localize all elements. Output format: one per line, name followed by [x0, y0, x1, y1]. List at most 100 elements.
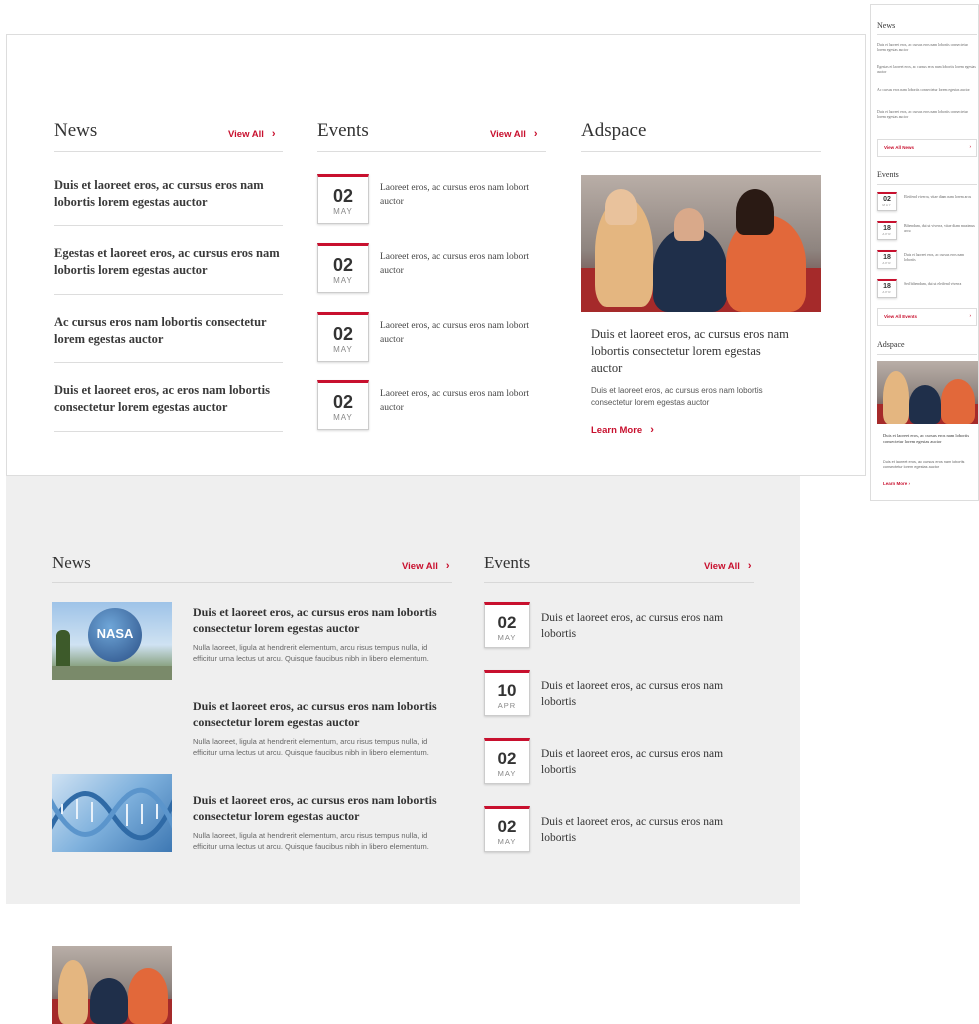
mobile-news-item[interactable]: Egestas et laoreet eros, ac cursus eros … [877, 65, 977, 75]
event-link[interactable]: Duis et laoreet eros, ac cursus eros nam… [541, 814, 751, 846]
date-badge: 02 MAY [317, 380, 369, 430]
date-badge: 02 MAY [484, 806, 530, 852]
news-item[interactable]: Egestas et laoreet eros, ac cursus eros … [54, 245, 283, 279]
chevron-right-icon: › [271, 128, 276, 140]
mobile-date-badge: 18 APR [877, 250, 897, 269]
news-item[interactable]: Duis et laoreet eros, ac eros nam lobort… [54, 382, 283, 416]
mobile-event-link[interactable]: Eleifend viverra, vitae diam nam lorem a… [904, 195, 976, 200]
date-day: 02 [332, 392, 354, 412]
chevron-right-icon: › [747, 560, 752, 572]
news-view-all-link[interactable]: View All › [228, 128, 276, 140]
chevron-right-icon: › [969, 144, 972, 149]
divider [54, 225, 283, 226]
adspace-heading: Adspace [581, 120, 647, 141]
date-month: MAY [497, 769, 517, 778]
dna-helix-icon [52, 787, 172, 841]
divider [877, 184, 977, 185]
chevron-right-icon: › [969, 313, 972, 318]
mobile-date-badge: 18 APR [877, 221, 897, 240]
event-link[interactable]: Laoreet eros, ac cursus eros nam lobort … [380, 251, 550, 278]
nasa-logo: NASA [96, 626, 134, 641]
mobile-ad-headline-link[interactable]: Duis et laoreet eros, ac cursus eros nam… [883, 433, 975, 445]
date-day: 02 [332, 324, 354, 344]
date-day: 02 [883, 196, 891, 203]
divider [54, 294, 283, 295]
date-month: MAY [333, 413, 353, 422]
date-badge: 02 MAY [317, 243, 369, 293]
mobile-events-heading: Events [877, 170, 899, 179]
events-heading: Events [484, 553, 531, 572]
mobile-news-item[interactable]: Duis et laoreet eros, ac cursus eros nam… [877, 43, 977, 53]
event-link[interactable]: Duis et laoreet eros, ac cursus eros nam… [541, 678, 751, 710]
mobile-event-link[interactable]: Duis et laoreet eros, ac cursus eros nam… [904, 253, 976, 263]
news-item-summary: Nulla laoreet, ligula at hendrerit eleme… [193, 643, 429, 663]
view-all-label: View All Events [884, 314, 918, 319]
students-photo [581, 175, 821, 312]
mobile-event-link[interactable]: Bibendum, dui ut viverra, vitae diam max… [904, 224, 976, 234]
date-day: 02 [497, 613, 517, 632]
news-item[interactable]: Ac cursus eros nam lobortis consectetur … [54, 314, 283, 348]
divider [52, 582, 452, 583]
divider [581, 151, 821, 152]
date-month: MAY [333, 345, 353, 354]
divider [54, 362, 283, 363]
mobile-news-heading: News [877, 21, 896, 30]
view-all-label: View All News [884, 145, 915, 150]
desktop-widget: News View All › Duis et laoreet eros, ac … [6, 34, 866, 476]
chevron-right-icon: › [445, 560, 450, 572]
news-view-all-link[interactable]: View All › [402, 560, 450, 572]
mobile-learn-more-link[interactable]: Learn More › [883, 481, 910, 486]
news-heading: News [54, 120, 98, 141]
date-month: MAY [882, 203, 892, 207]
view-all-label: View All [704, 561, 740, 572]
view-all-label: View All [402, 561, 438, 572]
news-item-headline[interactable]: Duis et laoreet eros, ac cursus eros nam… [193, 792, 448, 824]
date-day: 02 [332, 255, 354, 275]
date-badge: 02 MAY [484, 602, 530, 648]
grey-widget: News View All › NASA Duis et laoreet eros… [6, 476, 800, 1024]
events-view-all-link[interactable]: View All › [704, 560, 752, 572]
mobile-news-item[interactable]: Ac cursus eros nam lobortis consectetur … [877, 88, 977, 93]
news-item-headline[interactable]: Duis et laoreet eros, ac cursus eros nam… [193, 604, 448, 636]
mobile-news-view-all-button[interactable]: View All News › [877, 139, 977, 157]
divider [317, 151, 546, 152]
mobile-event-link[interactable]: Sed bibendum, dui ut eleifend viverra [904, 282, 976, 287]
chevron-right-icon: › [650, 424, 654, 436]
mobile-events-view-all-button[interactable]: View All Events › [877, 308, 977, 326]
date-badge: 02 MAY [317, 312, 369, 362]
date-month: APR [882, 232, 892, 236]
date-month: APR [882, 290, 892, 294]
divider [54, 151, 283, 152]
event-link[interactable]: Laoreet eros, ac cursus eros nam lobort … [380, 320, 550, 347]
date-badge: 10 APR [484, 670, 530, 716]
events-view-all-link[interactable]: View All › [490, 128, 538, 140]
news-item-summary: Nulla laoreet, ligula at hendrerit eleme… [193, 831, 429, 851]
event-link[interactable]: Laoreet eros, ac cursus eros nam lobort … [380, 388, 550, 415]
date-badge: 02 MAY [484, 738, 530, 784]
mobile-students-photo [877, 361, 978, 424]
divider [484, 582, 754, 583]
date-month: MAY [333, 207, 353, 216]
date-day: 02 [497, 749, 517, 768]
ad-body: Duis et laoreet eros, ac cursus eros nam… [591, 386, 763, 407]
divider [877, 34, 977, 35]
learn-more-link[interactable]: Learn More › [591, 424, 654, 436]
view-all-label: View All [490, 129, 526, 140]
news-item[interactable]: Duis et laoreet eros, ac cursus eros nam… [54, 177, 283, 211]
learn-more-label: Learn More [591, 425, 643, 436]
date-day: 18 [883, 225, 891, 232]
mobile-date-badge: 18 APR [877, 279, 897, 298]
event-link[interactable]: Duis et laoreet eros, ac cursus eros nam… [541, 610, 751, 642]
dna-helix-thumbnail [52, 774, 172, 852]
news-item-headline[interactable]: Duis et laoreet eros, ac cursus eros nam… [193, 698, 448, 730]
mobile-news-item[interactable]: Duis et laoreet eros, ac cursus eros nam… [877, 110, 977, 120]
date-month: APR [497, 701, 517, 710]
date-day: 18 [883, 283, 891, 290]
event-link[interactable]: Duis et laoreet eros, ac cursus eros nam… [541, 746, 751, 778]
date-badge: 02 MAY [317, 174, 369, 224]
news-heading: News [52, 553, 91, 572]
event-link[interactable]: Laoreet eros, ac cursus eros nam lobort … [380, 182, 550, 209]
nasa-globe-thumbnail: NASA [52, 602, 172, 680]
mobile-ad-body: Duis et laoreet eros, ac cursus eros nam… [883, 460, 965, 469]
ad-headline-link[interactable]: Duis et laoreet eros, ac cursus eros nam… [591, 326, 791, 377]
